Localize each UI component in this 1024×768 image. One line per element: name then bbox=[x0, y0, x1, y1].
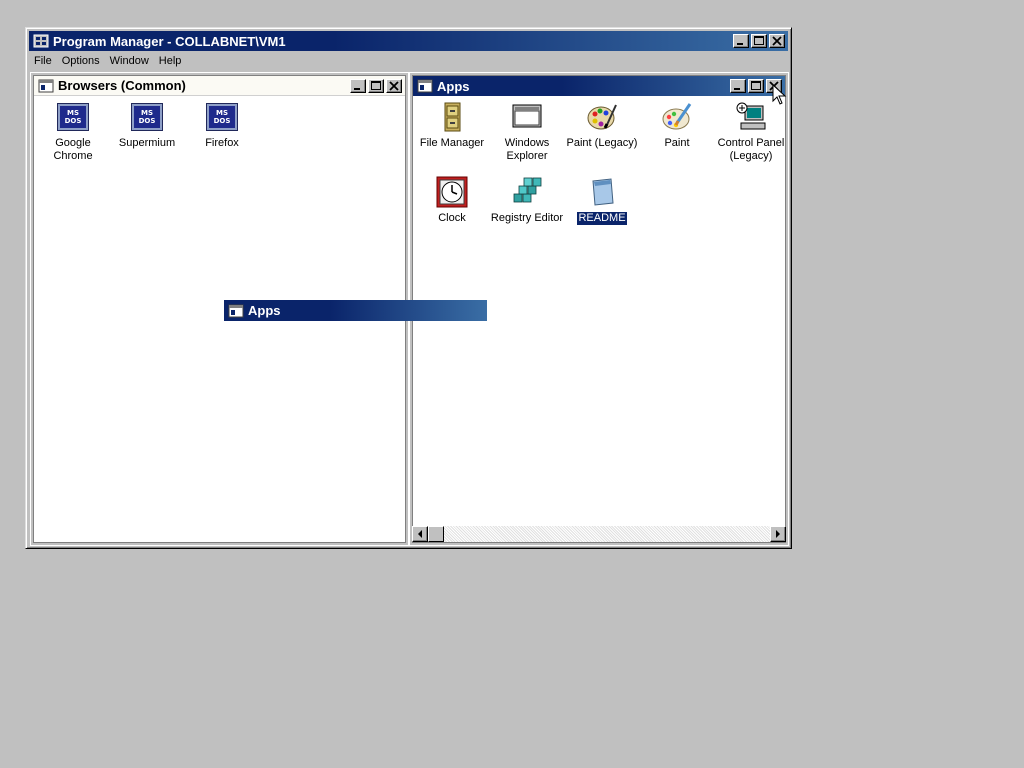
supermium-shortcut[interactable]: MS DOS Supermium bbox=[110, 101, 184, 150]
scroll-left-button[interactable] bbox=[412, 526, 428, 542]
menu-bar: File Options Window Help bbox=[29, 52, 788, 70]
menu-help[interactable]: Help bbox=[154, 55, 187, 67]
apps-horizontal-scrollbar[interactable] bbox=[412, 526, 786, 542]
mouse-pointer-icon bbox=[772, 84, 787, 105]
browsers-common-title: Browsers (Common) bbox=[58, 78, 186, 93]
maximize-button[interactable] bbox=[368, 78, 384, 93]
icon-label: Clock bbox=[438, 212, 466, 224]
scroll-right-button[interactable] bbox=[770, 526, 786, 542]
icon-label: File Manager bbox=[419, 137, 485, 149]
apps-drag-title: Apps bbox=[248, 303, 281, 318]
group-window-icon bbox=[417, 79, 433, 93]
paint-shortcut[interactable]: Paint bbox=[640, 101, 714, 150]
minimize-icon bbox=[737, 43, 743, 45]
control-panel-legacy-shortcut[interactable]: Control Panel (Legacy) bbox=[714, 101, 788, 163]
icon-label: Supermium bbox=[118, 137, 176, 149]
palette-brush-icon bbox=[662, 103, 692, 130]
menu-file[interactable]: File bbox=[29, 55, 57, 67]
apps-drag-titlebar[interactable]: Apps bbox=[224, 300, 487, 321]
icon-label: Firefox bbox=[205, 137, 239, 149]
readme-shortcut[interactable]: README bbox=[565, 176, 639, 226]
icon-label: Paint (Legacy) bbox=[566, 137, 638, 149]
clock-icon bbox=[436, 176, 468, 208]
menu-window[interactable]: Window bbox=[105, 55, 154, 67]
program-manager-titlebar[interactable]: Program Manager - COLLABNET\VM1 bbox=[29, 31, 788, 51]
minimize-button[interactable] bbox=[733, 34, 749, 48]
clock-shortcut[interactable]: Clock bbox=[415, 176, 489, 225]
file-cabinet-icon bbox=[444, 102, 461, 132]
group-window-icon bbox=[38, 79, 54, 92]
arrow-right-icon bbox=[776, 530, 780, 538]
icon-label: Registry Editor bbox=[490, 212, 564, 224]
minimize-button[interactable] bbox=[730, 79, 746, 93]
icon-label: Google Chrome bbox=[53, 137, 93, 162]
google-chrome-shortcut[interactable]: MS DOS Google Chrome bbox=[36, 101, 110, 163]
group-window-icon bbox=[228, 304, 244, 317]
windows-explorer-shortcut[interactable]: Windows Explorer bbox=[490, 101, 564, 163]
minimize-icon bbox=[734, 88, 740, 90]
close-button[interactable] bbox=[386, 78, 402, 93]
icon-label: Windows Explorer bbox=[504, 137, 550, 162]
minimize-icon bbox=[354, 87, 360, 90]
arrow-left-icon bbox=[418, 530, 422, 538]
notepad-icon bbox=[592, 178, 614, 206]
maximize-button[interactable] bbox=[751, 34, 767, 48]
readme-label-selected: README bbox=[576, 211, 628, 226]
apps-titlebar[interactable]: Apps bbox=[413, 76, 785, 96]
paint-legacy-shortcut[interactable]: Paint (Legacy) bbox=[565, 101, 639, 150]
maximize-icon bbox=[371, 80, 381, 90]
close-icon bbox=[772, 36, 782, 46]
msdos-icon: MS DOS bbox=[58, 104, 88, 130]
registry-cubes-icon bbox=[513, 177, 542, 203]
minimize-button[interactable] bbox=[350, 78, 366, 93]
program-manager-icon bbox=[33, 34, 49, 48]
apps-title: Apps bbox=[437, 78, 470, 94]
msdos-icon: MS DOS bbox=[207, 104, 237, 130]
maximize-icon bbox=[751, 81, 761, 90]
close-button[interactable] bbox=[769, 34, 785, 48]
program-manager-title: Program Manager - COLLABNET\VM1 bbox=[53, 33, 286, 49]
palette-icon bbox=[587, 104, 617, 130]
maximize-icon bbox=[754, 36, 764, 45]
browsers-common-titlebar[interactable]: Browsers (Common) bbox=[34, 76, 405, 96]
icon-label: Paint bbox=[664, 137, 690, 149]
registry-editor-shortcut[interactable]: Registry Editor bbox=[490, 176, 564, 225]
icon-label: README bbox=[565, 211, 639, 226]
control-panel-icon bbox=[736, 102, 766, 130]
icon-label: Control Panel (Legacy) bbox=[717, 137, 785, 162]
maximize-button[interactable] bbox=[748, 79, 764, 93]
file-manager-shortcut[interactable]: File Manager bbox=[415, 101, 489, 150]
firefox-shortcut[interactable]: MS DOS Firefox bbox=[185, 101, 259, 150]
menu-options[interactable]: Options bbox=[57, 55, 105, 67]
close-icon bbox=[389, 80, 399, 91]
scroll-thumb[interactable] bbox=[428, 526, 444, 542]
window-icon bbox=[512, 104, 542, 128]
msdos-icon: MS DOS bbox=[132, 104, 162, 130]
